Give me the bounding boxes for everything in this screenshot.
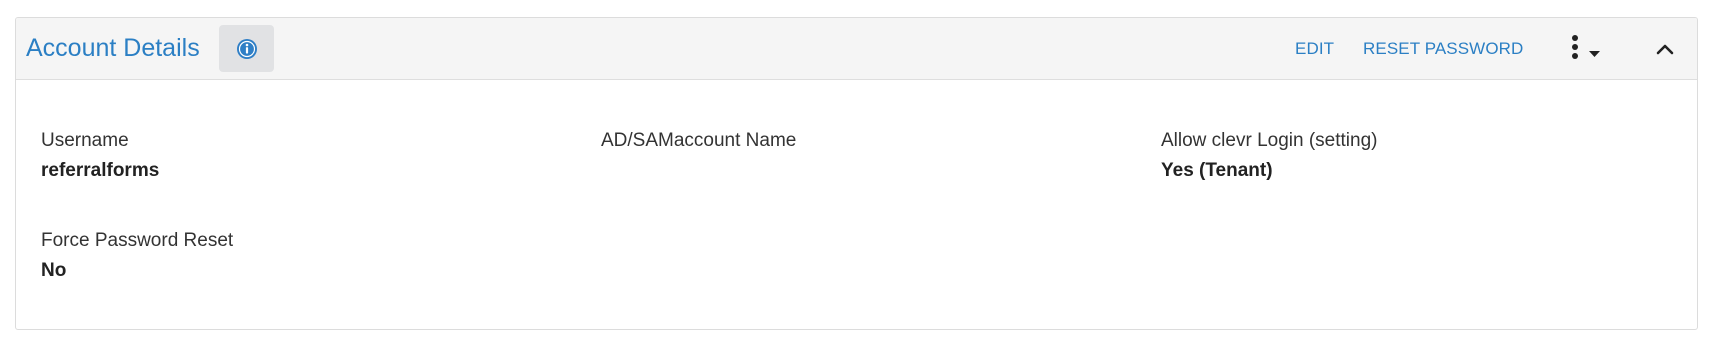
- username-value: referralforms: [41, 160, 160, 181]
- ad-samaccount-name-value: [601, 159, 796, 183]
- info-circle-icon: [236, 38, 258, 60]
- edit-button[interactable]: EDIT: [1295, 38, 1334, 60]
- more-actions-dropdown[interactable]: [1556, 32, 1616, 66]
- field-ad-samaccount-name: AD/SAMaccount Name: [601, 129, 796, 183]
- force-password-reset-value: No: [41, 260, 67, 281]
- allow-clevr-login-value: Yes (Tenant): [1161, 160, 1273, 181]
- panel-header: Account Details EDIT RESET PASSWORD: [16, 18, 1697, 80]
- allow-clevr-login-label: Allow clevr Login (setting): [1161, 130, 1378, 151]
- chevron-up-icon: [1648, 44, 1682, 66]
- reset-password-button[interactable]: RESET PASSWORD: [1363, 38, 1523, 60]
- field-force-password-reset: Force Password Reset No: [41, 229, 233, 283]
- collapse-button[interactable]: [1648, 36, 1682, 62]
- field-username: Username referralforms: [41, 129, 159, 183]
- info-button[interactable]: [219, 25, 274, 72]
- username-label: Username: [41, 130, 129, 151]
- force-password-reset-label: Force Password Reset: [41, 230, 234, 251]
- account-details-panel: Account Details EDIT RESET PASSWORD User…: [15, 17, 1698, 330]
- field-allow-clevr-login: Allow clevr Login (setting) Yes (Tenant): [1161, 129, 1377, 183]
- panel-title: Account Details: [26, 34, 200, 62]
- ad-samaccount-name-label: AD/SAMaccount Name: [601, 130, 797, 151]
